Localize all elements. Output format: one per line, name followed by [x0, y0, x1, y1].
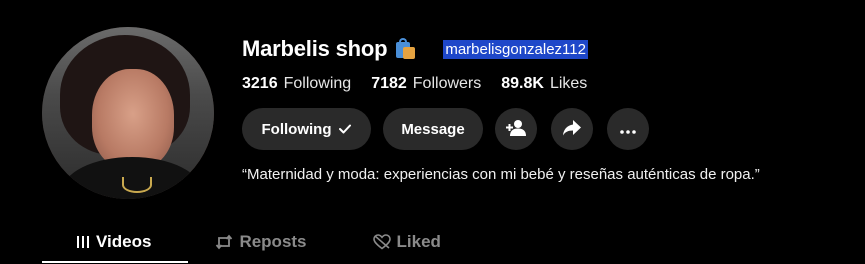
shopping-bags-icon	[395, 38, 417, 60]
stat-likes-label: Likes	[549, 75, 588, 92]
following-button-label: Following	[261, 120, 332, 138]
profile-name: Marbelis shop	[242, 36, 388, 61]
tab-videos[interactable]: Videos	[76, 228, 151, 256]
profile-header: Marbelis shop marbelisgonzalez112	[242, 36, 588, 62]
stat-likes-count: 89.8K	[501, 75, 544, 92]
heart-off-icon	[372, 234, 391, 250]
grid-icon	[76, 235, 90, 249]
profile-bio: “Maternidad y moda: experiencias con mi …	[242, 166, 760, 183]
active-tab-indicator	[42, 261, 188, 263]
message-button-label: Message	[401, 120, 465, 138]
checkmark-icon	[339, 121, 352, 138]
repost-icon	[215, 234, 233, 250]
share-icon	[562, 119, 582, 140]
add-friend-icon	[506, 119, 526, 140]
message-button[interactable]: Message	[383, 108, 483, 150]
tab-liked[interactable]: Liked	[372, 228, 441, 256]
following-button[interactable]: Following	[242, 108, 371, 150]
tab-reposts-label: Reposts	[239, 232, 307, 251]
stat-likes: 89.8K Likes	[501, 75, 587, 93]
stat-following-label: Following	[283, 75, 352, 92]
stat-followers[interactable]: 7182 Followers	[371, 75, 481, 93]
avatar-necklace	[122, 177, 152, 193]
stat-following[interactable]: 3216 Following	[242, 75, 351, 93]
more-icon	[620, 122, 636, 137]
stat-following-count: 3216	[242, 75, 278, 92]
profile-username[interactable]: marbelisgonzalez112	[443, 39, 588, 59]
tab-videos-label: Videos	[96, 232, 152, 251]
avatar-face	[92, 69, 174, 169]
profile-avatar[interactable]	[42, 27, 214, 199]
share-button[interactable]	[551, 108, 593, 150]
tab-liked-label: Liked	[396, 232, 441, 251]
add-friend-button[interactable]	[495, 108, 537, 150]
stat-followers-count: 7182	[371, 75, 407, 92]
profile-stats: 3216 Following 7182 Followers 89.8K Like…	[242, 75, 607, 93]
profile-actions: Following Message	[242, 108, 663, 150]
tab-reposts[interactable]: Reposts	[215, 228, 307, 256]
profile-tabs: Videos Reposts Liked	[42, 228, 441, 264]
more-button[interactable]	[607, 108, 649, 150]
stat-followers-label: Followers	[412, 75, 482, 92]
